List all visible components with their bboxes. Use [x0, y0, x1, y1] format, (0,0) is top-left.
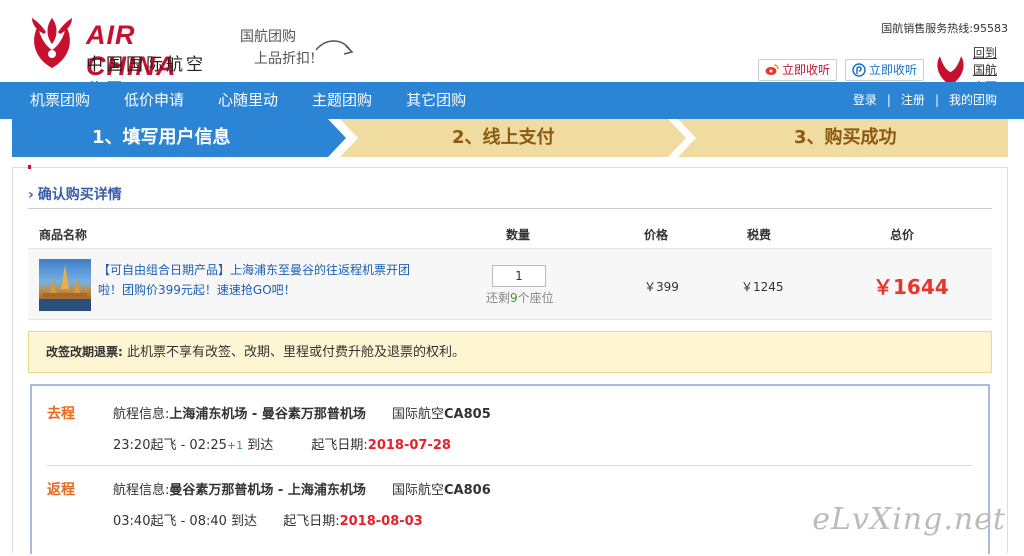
order-panel: › 确认购买详情 商品名称 数量 价格 税费 总价 【可自由组合日期产品】上海浦东… [12, 165, 1008, 554]
main-nav: 机票团购 低价申请 心随里动 主题团购 其它团购 登录 | 注册 | 我的团购 [0, 82, 1024, 119]
temple-image-icon [39, 265, 91, 311]
route-label: 航程信息: [113, 483, 170, 498]
refund-policy-notice: 改签改期退票: 此机票不享有改签、改期、里程或付费升舱及退票的权利。 [28, 331, 992, 373]
tax-amount: ￥1245 [741, 280, 784, 294]
slogan-line-2: 上品折扣! [254, 51, 316, 67]
my-group-link[interactable]: 我的团购 [944, 93, 1002, 107]
col-total: 总价 [890, 228, 915, 242]
next-day-badge: +1 [226, 439, 244, 452]
table-row: 【可自由组合日期产品】上海浦东至曼谷的往返程机票开团啦！团购价399元起！速速抢… [28, 248, 992, 320]
checkout-steps: 1、填写用户信息 2、线上支付 3、购买成功 [12, 119, 1008, 157]
col-tax: 税费 [747, 228, 772, 242]
remaining-prefix: 还剩 [486, 291, 511, 305]
step-1-label: 1、填写用户信息 [92, 127, 231, 148]
nav-separator: | [934, 93, 939, 107]
date-label: 起飞日期: [311, 438, 368, 453]
nav-item-other[interactable]: 其它团购 [389, 82, 483, 119]
notice-text: 此机票不享有改签、改期、里程或付费升舱及退票的权利。 [122, 345, 465, 360]
unit-price: ￥399 [644, 280, 679, 294]
outbound-flight: 去程 航程信息:上海浦东机场 - 曼谷素万那普机场 国际航空CA805 23:2… [32, 386, 988, 466]
site-watermark: eLvXing.net [812, 502, 1006, 537]
outbound-route: 航程信息:上海浦东机场 - 曼谷素万那普机场 国际航空CA805 [113, 403, 491, 422]
section-divider [28, 208, 992, 209]
weibo-follow-button[interactable]: 立即收听 [757, 58, 837, 81]
airline-name: 国际航空 [391, 407, 444, 422]
qq-follow-button[interactable]: 立即收听 [844, 58, 924, 81]
curved-arrow-icon [315, 40, 354, 55]
slogan-line-1: 国航团购 [240, 29, 296, 45]
nav-separator: | [886, 93, 891, 107]
col-quantity: 数量 [506, 228, 531, 242]
nav-item-flight-group[interactable]: 机票团购 [0, 82, 107, 119]
arrive-label: 到达 [247, 438, 274, 453]
step-2-label: 2、线上支付 [452, 127, 555, 148]
chevron-right-icon: › [28, 187, 34, 203]
time-range: 03:40起飞 - 08:40 [113, 514, 227, 529]
qq-follow-label: 立即收听 [868, 63, 917, 77]
airline-name: 国际航空 [391, 483, 444, 498]
air-china-logo[interactable]: AIR CHINA 中国国际航空公司 [24, 14, 224, 100]
step-3-label: 3、购买成功 [794, 127, 897, 148]
weibo-follow-label: 立即收听 [781, 63, 830, 77]
accent-mark [28, 165, 31, 169]
section-title-text: 确认购买详情 [37, 187, 122, 203]
departure-date: 2018-08-03 [339, 514, 423, 529]
col-product-name: 商品名称 [39, 228, 88, 242]
return-route: 航程信息:曼谷素万那普机场 - 上海浦东机场 国际航空CA806 [113, 479, 491, 498]
login-link[interactable]: 登录 [848, 93, 882, 107]
nav-item-mileage[interactable]: 心随里动 [201, 82, 295, 119]
flight-number: CA805 [444, 407, 491, 422]
col-price: 价格 [644, 228, 669, 242]
phoenix-logo-icon [32, 18, 72, 68]
account-links: 登录 | 注册 | 我的团购 [848, 82, 1002, 119]
return-times: 03:40起飞 - 08:40 到达 起飞日期:2018-08-03 [113, 510, 423, 529]
outbound-tag: 去程 [47, 406, 75, 422]
flight-number: CA806 [444, 483, 491, 498]
time-range: 23:20起飞 - 02:25 [113, 438, 227, 453]
notice-label: 改签改期退票: [46, 345, 123, 359]
remaining-count: 9 [510, 291, 518, 305]
arrive-label: 到达 [231, 514, 258, 529]
route-label: 航程信息: [113, 407, 170, 422]
nav-item-theme[interactable]: 主题团购 [295, 82, 389, 119]
tencent-weibo-icon [852, 62, 866, 77]
quantity-input[interactable]: 1 [492, 265, 546, 287]
site-header: AIR CHINA 中国国际航空公司 国航团购 上品折扣! 国航销售服务热线:9… [0, 0, 1024, 100]
product-title-link[interactable]: 【可自由组合日期产品】上海浦东至曼谷的往返程机票开团啦！团购价399元起！速速抢… [98, 260, 428, 300]
service-hotline: 国航销售服务热线:95583 [881, 22, 1008, 35]
remaining-seats: 还剩9个座位 [486, 289, 554, 306]
section-title: › 确认购买详情 [28, 184, 122, 204]
date-label: 起飞日期: [283, 514, 340, 529]
order-table-header: 商品名称 数量 价格 税费 总价 [28, 220, 992, 248]
route-value: 上海浦东机场 - 曼谷素万那普机场 [169, 407, 366, 422]
weibo-icon [765, 63, 779, 75]
nav-item-low-price[interactable]: 低价申请 [107, 82, 201, 119]
product-thumbnail[interactable] [39, 259, 91, 311]
return-tag: 返程 [47, 482, 75, 498]
total-price: ￥1644 [873, 275, 949, 299]
outbound-times: 23:20起飞 - 02:25+1 到达 起飞日期:2018-07-28 [113, 434, 451, 453]
register-link[interactable]: 注册 [896, 93, 930, 107]
remaining-suffix: 个座位 [517, 291, 554, 305]
group-buy-slogan: 国航团购 上品折扣! [240, 26, 316, 70]
route-value: 曼谷素万那普机场 - 上海浦东机场 [169, 483, 366, 498]
departure-date: 2018-07-28 [367, 438, 451, 453]
